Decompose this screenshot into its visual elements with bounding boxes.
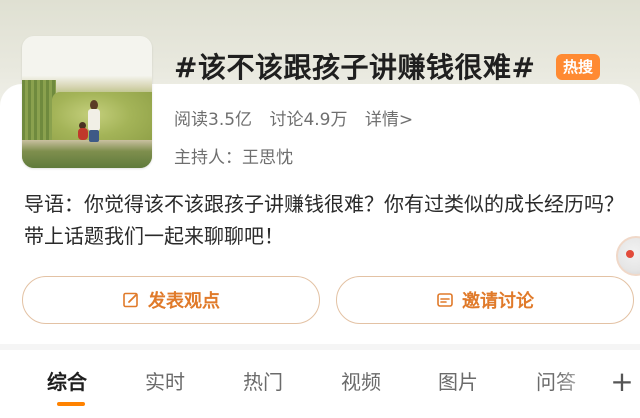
topic-intro: 导语：你觉得该不该跟孩子讲赚钱很难？你有过类似的成长经历吗？带上话题我们一起来聊… xyxy=(24,192,624,248)
post-opinion-button[interactable]: 发表观点 xyxy=(22,276,320,324)
section-divider xyxy=(0,344,640,350)
edit-icon xyxy=(122,291,140,309)
tab-comprehensive[interactable]: 综合 xyxy=(47,366,87,398)
tab-hot[interactable]: 热门 xyxy=(243,366,283,398)
topic-cover-image[interactable] xyxy=(22,36,152,168)
active-tab-indicator xyxy=(57,402,85,406)
details-link[interactable]: 详情> xyxy=(365,110,413,130)
discussion-count: 讨论4.9万 xyxy=(269,110,348,130)
cover-figure-legs xyxy=(89,130,99,142)
cover-child-body xyxy=(78,128,88,140)
hot-badge: 热搜 xyxy=(556,54,600,80)
host-info[interactable]: 主持人：王思忱 xyxy=(174,146,293,170)
cover-figure-body xyxy=(88,109,100,131)
tab-video[interactable]: 视频 xyxy=(341,366,381,398)
invite-discussion-label: 邀请讨论 xyxy=(462,291,534,312)
cover-ground xyxy=(22,140,152,168)
tab-overflow-fade xyxy=(556,360,606,404)
invite-discussion-button[interactable]: 邀请讨论 xyxy=(336,276,634,324)
post-opinion-label: 发表观点 xyxy=(148,291,220,312)
content-tabs: 综合 实时 热门 视频 图片 问答 xyxy=(0,360,640,404)
topic-stats: 阅读3.5亿 讨论4.9万 详情> xyxy=(174,108,425,132)
tab-images[interactable]: 图片 xyxy=(438,366,478,398)
read-count: 阅读3.5亿 xyxy=(174,110,253,130)
topic-title: #该不该跟孩子讲赚钱很难# xyxy=(174,51,536,84)
tab-realtime[interactable]: 实时 xyxy=(145,366,185,398)
invite-message-icon xyxy=(436,291,454,309)
more-tabs-icon[interactable]: + xyxy=(604,364,640,400)
